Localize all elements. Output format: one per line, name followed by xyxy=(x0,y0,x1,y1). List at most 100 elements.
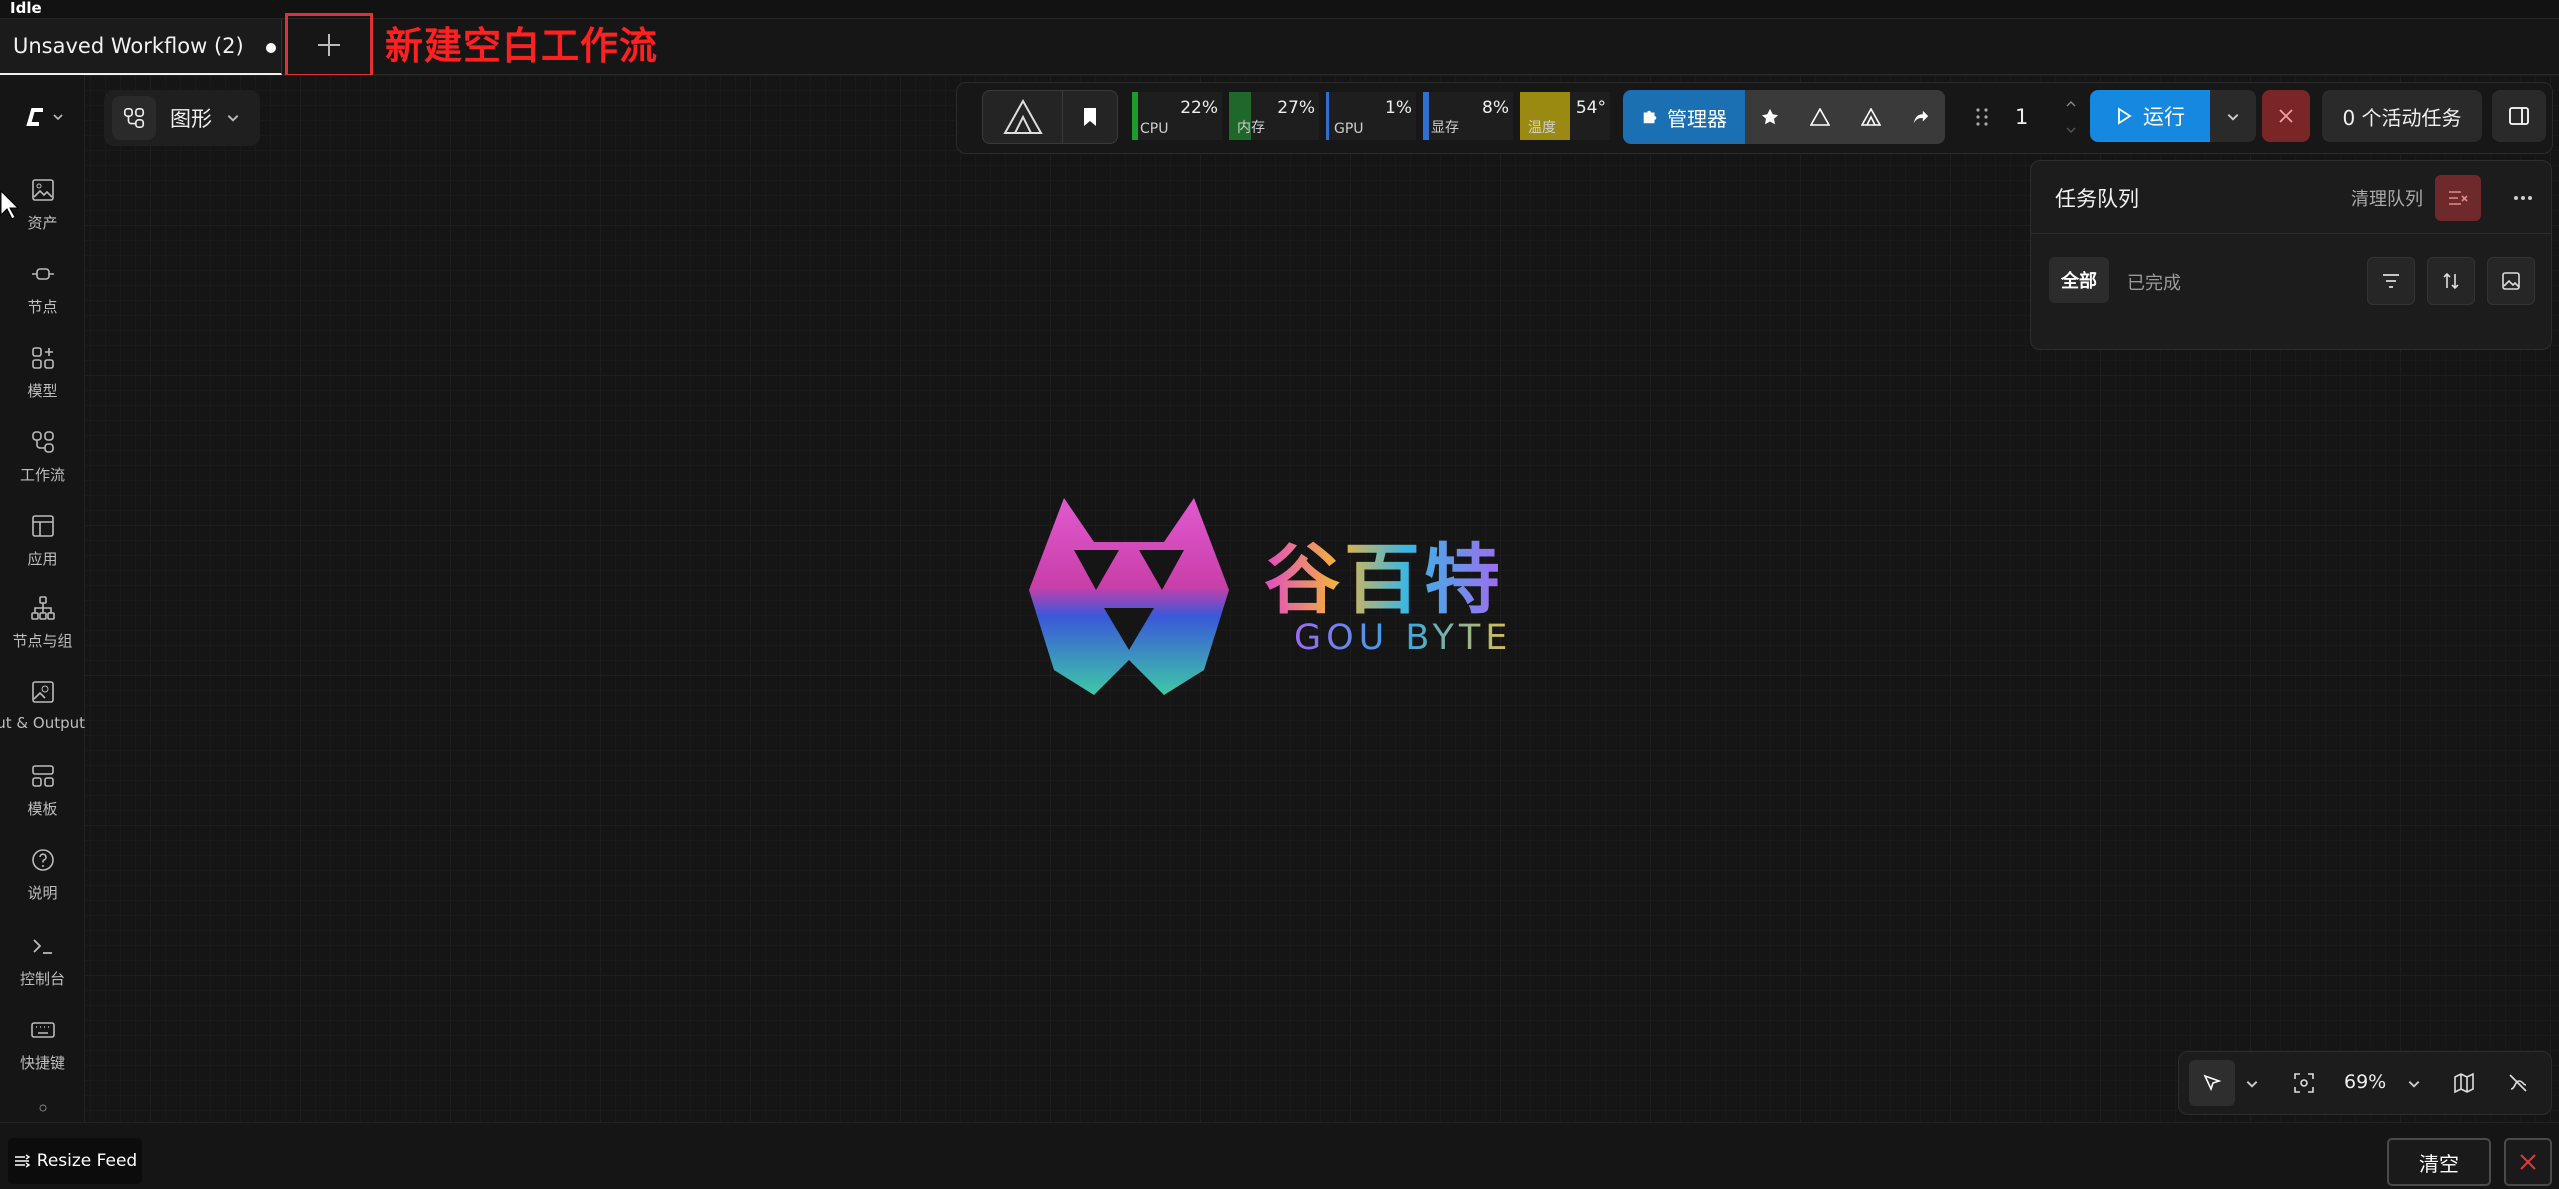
crystools-logo-button[interactable] xyxy=(983,91,1063,143)
graph-mode-label: 图形 xyxy=(170,107,212,131)
brand-mark-icon xyxy=(1029,498,1229,695)
monitor-ram: 27% 内存 xyxy=(1229,92,1319,140)
minimap-icon[interactable] xyxy=(2453,1072,2475,1094)
close-feed-button[interactable] xyxy=(2504,1138,2552,1186)
brand-name-cn: 谷百特 xyxy=(1264,518,1504,628)
sidebar-item-label: 控制台 xyxy=(19,970,65,988)
queue-gallery-button[interactable] xyxy=(2487,257,2535,305)
plus-icon xyxy=(318,34,340,56)
new-workflow-button[interactable] xyxy=(285,13,373,77)
queue-tab-all[interactable]: 全部 xyxy=(2049,257,2109,303)
hide-links-icon[interactable] xyxy=(2507,1072,2529,1094)
mountain-icon[interactable] xyxy=(1809,108,1830,126)
window-status: Idle xyxy=(0,0,2559,18)
terminal-icon xyxy=(32,939,52,954)
sidebar-item-workflows[interactable]: 工作流 xyxy=(0,429,85,509)
more-horizontal-icon xyxy=(2514,196,2532,200)
brand-name-en: GOU BYTE xyxy=(1294,618,1513,658)
model-icon xyxy=(31,347,54,369)
queue-sort-button[interactable] xyxy=(2427,257,2475,305)
app-icon xyxy=(31,515,54,537)
queue-tab-completed[interactable]: 已完成 xyxy=(2127,269,2181,295)
active-jobs-button[interactable]: 0 个活动任务 xyxy=(2322,90,2482,142)
sidebar-item-templates[interactable]: 模板 xyxy=(0,763,85,843)
graph-mode-icon-box xyxy=(112,96,156,140)
select-mode-button[interactable] xyxy=(2189,1060,2235,1106)
monitor-gpu-value: 1% xyxy=(1385,98,1412,118)
clear-queue-label: 清理队列 xyxy=(2351,189,2423,210)
fit-view-icon[interactable] xyxy=(2293,1072,2315,1094)
app-root: Idle Unsaved Workflow (2) 新建空白工作流 谷百特 GO… xyxy=(0,0,2559,1189)
manager-group: 管理器 xyxy=(1623,90,1945,144)
clear-feed-button[interactable]: 清空 xyxy=(2387,1138,2491,1186)
monitor-ram-label: 内存 xyxy=(1237,120,1265,136)
help-icon xyxy=(31,849,54,871)
image-io-icon xyxy=(31,681,54,703)
sort-icon xyxy=(2443,272,2459,290)
sidebar-item-label: 资产 xyxy=(27,214,58,232)
share-icon[interactable] xyxy=(1912,108,1930,126)
stepper-up-icon[interactable] xyxy=(2065,98,2077,110)
sidebar-panel-icon xyxy=(2509,107,2529,125)
resize-icon xyxy=(14,1154,31,1168)
run-button[interactable]: 运行 xyxy=(2090,90,2210,142)
sidebar-item-nodes[interactable]: 节点 xyxy=(0,261,85,341)
hierarchy-icon xyxy=(30,596,55,620)
node-icon xyxy=(31,268,54,280)
zoom-level[interactable]: 69% xyxy=(2344,1071,2386,1093)
app-logo-button[interactable] xyxy=(24,105,64,129)
sidebar-item-help[interactable]: 说明 xyxy=(0,847,85,927)
sidebar-item-console[interactable]: 控制台 xyxy=(0,933,85,1013)
chevron-down-icon[interactable] xyxy=(2407,1077,2421,1091)
workflow-tabbar: Unsaved Workflow (2) 新建空白工作流 xyxy=(0,13,2559,77)
drag-handle-icon[interactable] xyxy=(1975,106,1989,128)
clear-list-icon xyxy=(2449,191,2468,205)
template-icon xyxy=(31,765,54,787)
monitor-ram-value: 27% xyxy=(1277,98,1315,118)
sidebar-item-models[interactable]: 模型 xyxy=(0,345,85,425)
clear-queue-button[interactable] xyxy=(2435,175,2481,221)
sidebar-item-apps[interactable]: 应用 xyxy=(0,513,85,593)
sidebar-item-input-output[interactable]: Input & Output xyxy=(0,679,85,759)
monitor-vram-label: 显存 xyxy=(1431,120,1459,136)
sidebar: 资产 节点 模型 工作流 应用 节点与组 Input & Output 模板 xyxy=(0,75,85,1122)
star-icon[interactable] xyxy=(1761,108,1779,126)
sidebar-item-node-groups[interactable]: 节点与组 xyxy=(0,595,85,675)
bookmark-icon xyxy=(1084,108,1096,126)
manager-button[interactable]: 管理器 xyxy=(1623,90,1745,144)
run-options-button[interactable] xyxy=(2210,90,2256,142)
image-icon xyxy=(2502,272,2520,290)
interrupt-button[interactable] xyxy=(2262,90,2310,142)
chevron-down-icon xyxy=(2227,114,2239,121)
stepper-down-icon[interactable] xyxy=(2065,124,2077,136)
monitor-temp-value: 54° xyxy=(1575,98,1606,118)
batch-count-control: 1 xyxy=(1975,90,2077,144)
graph-mode-toggle[interactable]: 图形 xyxy=(104,90,260,146)
sidebar-item-shortcuts[interactable]: 快捷键 xyxy=(0,1017,85,1097)
monitor-vram: 8% 显存 xyxy=(1423,92,1513,140)
queue-filter-button[interactable] xyxy=(2367,257,2415,305)
resize-feed-button[interactable]: Resize Feed xyxy=(8,1138,142,1184)
sidebar-item-label: 模板 xyxy=(27,800,58,818)
monitor-cpu-value: 22% xyxy=(1180,98,1218,118)
keyboard-icon xyxy=(30,1022,55,1038)
batch-count-input[interactable]: 1 xyxy=(2015,105,2028,129)
queue-more-button[interactable] xyxy=(2503,175,2543,221)
sidebar-item-label: 应用 xyxy=(27,550,58,568)
toolbar-left-group xyxy=(982,90,1118,144)
workflow-tab[interactable]: Unsaved Workflow (2) xyxy=(0,19,282,75)
workflow-icon xyxy=(31,431,54,453)
sidebar-item-settings[interactable] xyxy=(0,1103,85,1122)
monitor-cpu-bar xyxy=(1132,92,1138,140)
bottom-bar: Resize Feed 清空 xyxy=(0,1122,2559,1189)
monitor-gpu-bar xyxy=(1326,92,1329,140)
mountain-alt-icon[interactable] xyxy=(1860,108,1881,126)
monitor-cpu-label: CPU xyxy=(1140,121,1169,137)
brand-logo: 谷百特 GOU BYTE xyxy=(1024,490,1564,700)
bookmark-button[interactable] xyxy=(1063,91,1117,143)
run-label: 运行 xyxy=(2143,105,2185,129)
toggle-panel-button[interactable] xyxy=(2492,90,2546,142)
chevron-down-icon[interactable] xyxy=(2245,1077,2259,1091)
puzzle-icon xyxy=(1643,110,1657,124)
monitor-vram-value: 8% xyxy=(1482,98,1509,118)
